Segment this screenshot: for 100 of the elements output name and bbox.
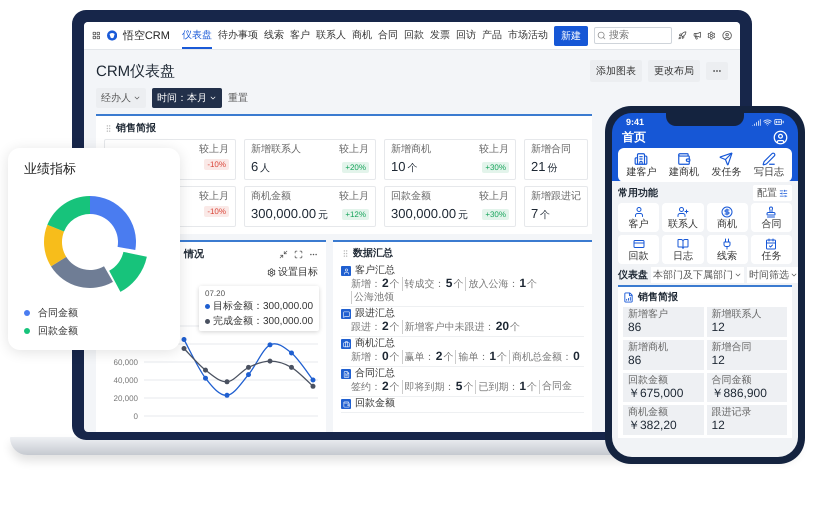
- summary-stat: 新增：2个: [351, 277, 401, 291]
- megaphone-icon[interactable]: [692, 30, 702, 41]
- stat-label: 回款金额: [628, 374, 669, 387]
- function-tile[interactable]: 合同: [750, 203, 792, 232]
- stat-label: 新增合同: [712, 342, 752, 354]
- function-tile[interactable]: 联系人: [662, 203, 704, 232]
- user-avatar-icon[interactable]: [722, 29, 732, 42]
- set-goal-button[interactable]: 设置目标: [267, 265, 318, 279]
- change-badge: +20%: [342, 162, 369, 172]
- section-title: 仪表盘: [618, 268, 648, 282]
- function-tile[interactable]: 客户: [618, 203, 660, 232]
- chart-marker: [203, 376, 208, 381]
- chart-marker: [289, 364, 294, 370]
- panel-title: 销售简报: [116, 122, 156, 135]
- tooltip-value: 目标金额：300,000.00: [205, 299, 314, 313]
- chart-marker: [182, 337, 186, 342]
- header-button[interactable]: 更改布局: [648, 60, 700, 82]
- nav-tab[interactable]: 发票: [430, 22, 450, 49]
- legend-label: 回款金额: [38, 324, 78, 338]
- stat-label: 新增跟进记: [531, 191, 581, 203]
- avatar-icon[interactable]: [773, 130, 788, 145]
- compare-label: 较上月: [479, 144, 509, 156]
- section-title: 销售简报: [638, 290, 678, 304]
- nav-tab[interactable]: 市场活动: [508, 22, 548, 49]
- fullscreen-icon[interactable]: [294, 250, 303, 258]
- quick-action[interactable]: 发任务: [705, 152, 748, 178]
- panel-title: 数据汇总: [353, 246, 393, 260]
- function-tile[interactable]: 回款: [618, 235, 660, 264]
- filter-dropdown[interactable]: 时间：本月: [152, 88, 222, 108]
- summary-stat: 输单：1个: [455, 350, 510, 364]
- nav-tab[interactable]: 客户: [290, 22, 310, 49]
- function-tile[interactable]: 任务: [750, 235, 792, 264]
- stat-value: 300,000.00 元: [251, 206, 328, 222]
- configure-button[interactable]: 配置: [753, 185, 792, 201]
- section-title: 回款金额: [355, 398, 395, 410]
- tooltip-date: 07.20: [205, 289, 226, 298]
- quick-action[interactable]: 建商机: [662, 152, 705, 178]
- nav-tab[interactable]: 仪表盘: [182, 22, 212, 49]
- collapse-icon[interactable]: [279, 250, 288, 258]
- caret-icon: [209, 94, 217, 102]
- stat-value: 10 个: [391, 159, 418, 175]
- card-icon: [632, 238, 645, 250]
- section-title: 常用功能: [618, 186, 658, 200]
- stat-label: 商机金额: [628, 407, 669, 420]
- header-button[interactable]: 添加图表: [590, 60, 642, 82]
- function-tile[interactable]: 线索: [706, 235, 748, 264]
- search-field[interactable]: 搜索: [594, 27, 672, 44]
- quick-action[interactable]: 建客户: [620, 152, 662, 178]
- chart-marker: [224, 392, 230, 398]
- stat-value: 12: [712, 354, 726, 368]
- nav-tab[interactable]: 合同: [378, 22, 398, 49]
- nav-tab[interactable]: 回访: [456, 22, 476, 49]
- filter-dropdown[interactable]: 本部门及下属部门: [651, 267, 744, 283]
- quick-action[interactable]: 写日志: [748, 152, 790, 178]
- nav-tab[interactable]: 回款: [404, 22, 424, 49]
- stat-value: ￥886,900: [712, 386, 768, 400]
- chart-marker: [182, 346, 186, 351]
- summary-stat: 已到期：1个: [475, 380, 540, 394]
- building-icon: [634, 152, 648, 166]
- signal-icon: [752, 118, 761, 126]
- nav-tab[interactable]: 商机: [352, 22, 372, 49]
- briefcase-icon: [341, 339, 351, 349]
- summary-stat: 新增客户中未跟进：20个: [402, 320, 522, 334]
- nav-tab[interactable]: 产品: [482, 22, 502, 49]
- stat-value: 86: [628, 354, 642, 368]
- compare-label: 较上月: [339, 191, 369, 203]
- stat-label: 回款金额: [391, 191, 431, 203]
- section-title: 跟进汇总: [355, 308, 395, 320]
- brand-name: 悟空CRM: [122, 28, 170, 43]
- nav-tab[interactable]: 线索: [264, 22, 284, 49]
- filter-dropdown[interactable]: 时间筛选: [747, 267, 798, 283]
- stat-value: 12: [712, 419, 726, 434]
- axis-label: 0: [134, 412, 138, 420]
- legend-label: 合同金额: [38, 306, 78, 320]
- stat-label: 新增客户: [628, 309, 669, 321]
- nav-tab[interactable]: 联系人: [316, 22, 346, 49]
- wifi-icon: [763, 118, 772, 126]
- apps-icon[interactable]: [92, 30, 101, 41]
- new-button[interactable]: 新建: [554, 26, 588, 46]
- chat-icon: [341, 309, 351, 319]
- section-title: 商机汇总: [355, 338, 395, 350]
- stat-label: 新增商机: [628, 342, 669, 354]
- change-badge: +30%: [482, 208, 509, 220]
- book-icon: [676, 238, 689, 250]
- rocket-icon[interactable]: [678, 30, 687, 41]
- battery-icon: [774, 117, 784, 127]
- chart-marker: [289, 350, 294, 356]
- reset-link[interactable]: 重置: [228, 91, 248, 105]
- user-plus-icon: [676, 206, 689, 218]
- function-tile[interactable]: 商机: [706, 203, 748, 232]
- stat-value: 21 份: [531, 159, 558, 175]
- settings-icon[interactable]: [707, 30, 716, 41]
- function-tile[interactable]: 日志: [662, 235, 704, 264]
- logo-icon: [106, 29, 117, 42]
- stat-value: ￥382,20: [628, 419, 678, 434]
- user-icon: [341, 266, 351, 276]
- filter-dropdown[interactable]: 经办人: [96, 88, 146, 108]
- axis-label: 20,000: [114, 394, 138, 403]
- nav-tab[interactable]: 待办事项: [218, 22, 258, 49]
- summary-stat: 赢单：2个: [402, 350, 456, 364]
